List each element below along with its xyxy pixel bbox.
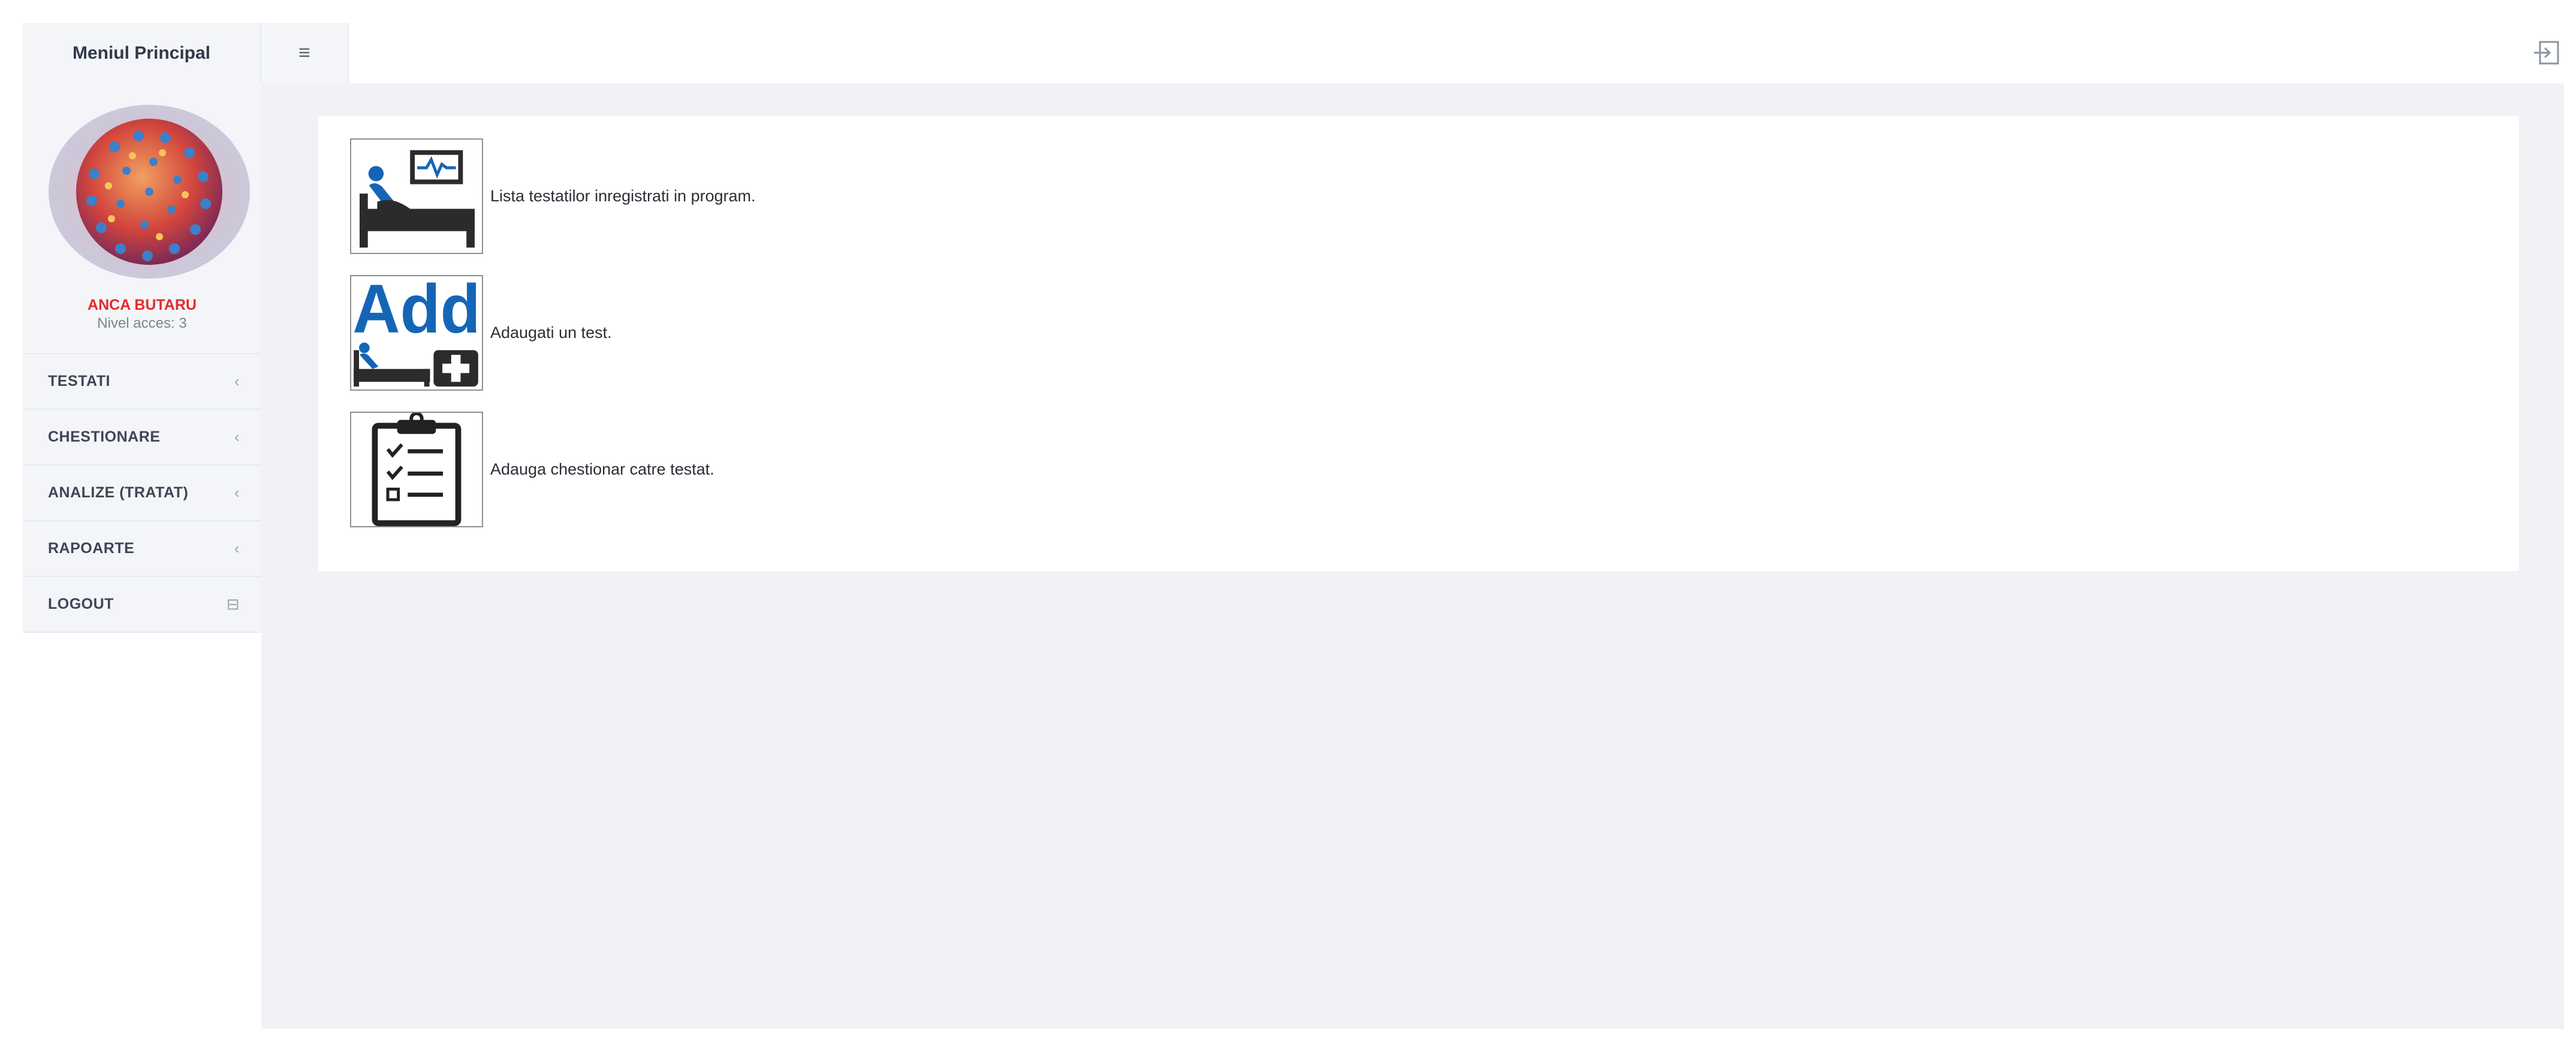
entry-label[interactable]: Adaugati un test. <box>490 324 612 342</box>
virus-image <box>49 105 250 279</box>
top-bar: Meniul Principal ≡ <box>23 23 2564 83</box>
sidebar-item-analize[interactable]: ANALIZE (TRATAT) ‹ <box>23 466 261 521</box>
add-patient-icon[interactable]: Add <box>350 275 483 391</box>
sidebar-item-rapoarte[interactable]: RAPOARTE ‹ <box>23 521 261 577</box>
avatar <box>49 105 250 279</box>
user-access-level: Nivel acces: 3 <box>97 315 187 331</box>
user-profile: ANCA BUTARU Nivel acces: 3 <box>23 83 261 354</box>
entry-label[interactable]: Lista testatilor inregistrati in program… <box>490 187 756 206</box>
main-content: Lista testatilor inregistrati in program… <box>261 83 2564 1029</box>
sidebar-item-label: LOGOUT <box>48 596 114 612</box>
hamburger-icon: ≡ <box>298 41 310 64</box>
entry-patient-list[interactable]: Lista testatilor inregistrati in program… <box>350 138 756 254</box>
sidebar-toggle-button[interactable]: ≡ <box>261 23 349 83</box>
sidebar-item-label: CHESTIONARE <box>48 428 161 445</box>
chevron-left-icon: ‹ <box>234 372 240 390</box>
entry-label[interactable]: Adauga chestionar catre testat. <box>490 460 714 479</box>
sidebar-item-testati[interactable]: TESTATI ‹ <box>23 354 261 410</box>
sidebar-menu: TESTATI ‹ CHESTIONARE ‹ ANALIZE (TRATAT)… <box>23 354 261 633</box>
patient-bed-monitor-icon[interactable] <box>350 138 483 254</box>
user-name: ANCA BUTARU <box>88 297 197 313</box>
chevron-left-icon: ‹ <box>234 484 240 502</box>
sidebar-item-logout[interactable]: LOGOUT ⊟ <box>23 577 261 633</box>
entry-add-questionnaire[interactable]: Adauga chestionar catre testat. <box>350 412 714 527</box>
sidebar-item-label: ANALIZE (TRATAT) <box>48 484 189 501</box>
sidebar-item-label: RAPOARTE <box>48 540 135 557</box>
app-window: Meniul Principal ≡ ANCA BUTARU Nivel acc… <box>23 0 2564 1029</box>
sidebar: ANCA BUTARU Nivel acces: 3 TESTATI ‹ CHE… <box>23 83 261 1029</box>
dashboard-card: Lista testatilor inregistrati in program… <box>318 116 2519 571</box>
sidebar-item-chestionare[interactable]: CHESTIONARE ‹ <box>23 410 261 466</box>
main-menu-title: Meniul Principal <box>23 23 261 83</box>
clipboard-checklist-icon[interactable] <box>350 412 483 527</box>
sidebar-item-label: TESTATI <box>48 373 110 389</box>
add-icon-text: Add <box>352 275 480 348</box>
chevron-left-icon: ‹ <box>234 539 240 557</box>
chevron-left-icon: ‹ <box>234 428 240 446</box>
sign-out-icon[interactable] <box>2533 38 2562 67</box>
entry-add-test[interactable]: Add Adaugati un test. <box>350 275 612 391</box>
logout-icon: ⊟ <box>226 595 240 613</box>
